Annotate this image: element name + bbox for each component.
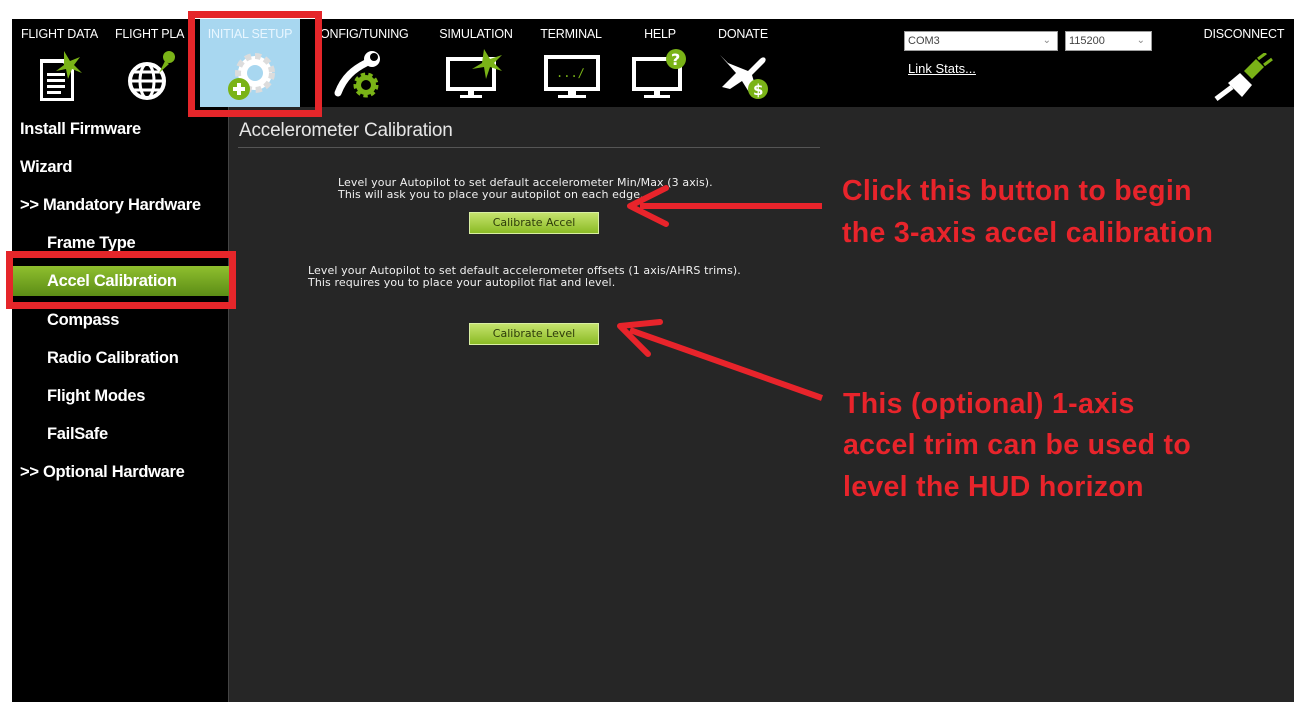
annotation-accel-line1: Click this button to begin xyxy=(842,175,1192,207)
annotation-level-line1: This (optional) 1-axis xyxy=(843,388,1135,420)
annotation-accel-line2: the 3-axis accel calibration xyxy=(842,217,1214,249)
annotation-arrows xyxy=(617,185,824,401)
arrow-to-calibrate-accel xyxy=(627,185,822,227)
annotation-level-line2: accel trim can be used to xyxy=(843,429,1192,461)
annotation-level-line3: level the HUD horizon xyxy=(843,471,1144,503)
arrow-to-calibrate-level xyxy=(617,319,824,401)
